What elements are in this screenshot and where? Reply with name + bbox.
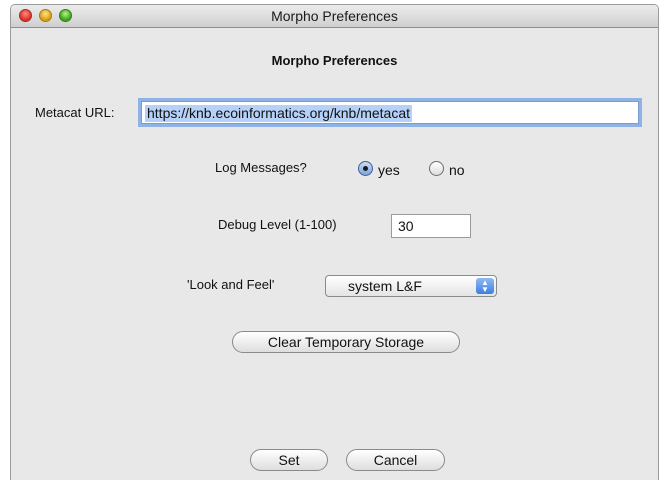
look-and-feel-value: system L&F bbox=[348, 278, 422, 294]
look-and-feel-label: 'Look and Feel' bbox=[187, 277, 275, 292]
up-down-arrows-icon: ▲ ▼ bbox=[476, 278, 494, 294]
window-title: Morpho Preferences bbox=[271, 8, 398, 24]
log-messages-label: Log Messages? bbox=[215, 160, 307, 175]
metacat-url-input[interactable]: https://knb.ecoinformatics.org/knb/metac… bbox=[141, 101, 639, 124]
dialog-heading: Morpho Preferences bbox=[271, 53, 398, 68]
set-button[interactable]: Set bbox=[250, 449, 328, 471]
log-no-label[interactable]: no bbox=[449, 162, 465, 178]
debug-level-input[interactable]: 30 bbox=[391, 214, 471, 238]
log-yes-radio[interactable] bbox=[358, 161, 373, 176]
metacat-url-value: https://knb.ecoinformatics.org/knb/metac… bbox=[145, 105, 413, 122]
look-and-feel-select[interactable]: system L&F ▲ ▼ bbox=[325, 275, 497, 297]
debug-level-label: Debug Level (1-100) bbox=[218, 217, 337, 232]
log-no-radio[interactable] bbox=[429, 161, 444, 176]
clear-temporary-storage-button[interactable]: Clear Temporary Storage bbox=[232, 331, 460, 353]
preferences-window: Morpho Preferences Morpho Preferences Me… bbox=[10, 4, 659, 480]
cancel-button[interactable]: Cancel bbox=[346, 449, 445, 471]
log-yes-label[interactable]: yes bbox=[378, 162, 400, 178]
title-bar[interactable]: Morpho Preferences bbox=[11, 5, 658, 28]
metacat-url-label: Metacat URL: bbox=[35, 105, 115, 120]
